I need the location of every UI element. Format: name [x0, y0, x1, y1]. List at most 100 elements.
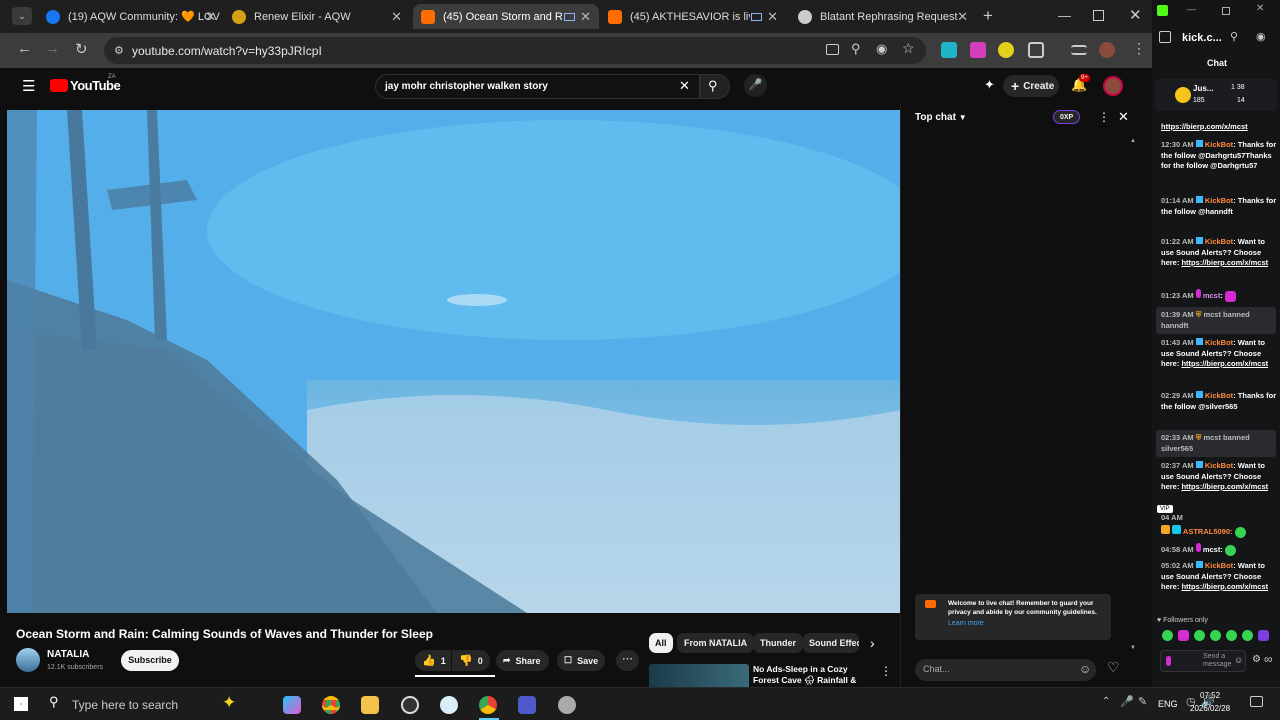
taskbar-search[interactable]: Type here to search	[72, 698, 178, 712]
url-text[interactable]: youtube.com/watch?v=hy33pJRIcpI	[132, 44, 322, 58]
recommended-title[interactable]: No Ads-Sleep in a Cozy Forest Cave 🌧 Rai…	[753, 664, 873, 687]
message-link[interactable]: https://bierp.com/x/mcst	[1181, 482, 1268, 491]
minimize-button[interactable]: —	[1187, 4, 1196, 14]
message-user[interactable]: KickBot	[1205, 338, 1233, 347]
chip-sound-effects[interactable]: Sound Effec	[803, 633, 859, 653]
forward-button[interactable]: →	[45, 40, 60, 57]
maximize-button[interactable]	[1222, 7, 1230, 15]
channel-name[interactable]: NATALIA	[47, 649, 89, 660]
tab-aqw-community[interactable]: (19) AQW Community: 🧡 LOV ✕	[38, 4, 224, 29]
chip-all[interactable]: All	[649, 633, 673, 653]
sidebar-toggle-icon[interactable]	[1159, 31, 1171, 43]
heart-reaction-icon[interactable]: ♡	[1107, 659, 1120, 676]
extension-yellow-icon[interactable]	[998, 42, 1014, 58]
search-query[interactable]: jay mohr christopher walken story	[385, 81, 548, 92]
emote-icon[interactable]	[1178, 630, 1189, 641]
message-user[interactable]: KickBot	[1205, 561, 1233, 570]
create-button[interactable]: + Create	[1003, 75, 1059, 97]
obs-icon[interactable]	[401, 696, 419, 714]
youtube-logo-icon[interactable]	[50, 79, 68, 92]
profile-avatar-icon[interactable]	[1099, 42, 1115, 58]
message-user[interactable]: KickBot	[1205, 140, 1233, 149]
more-actions-button[interactable]: ⋯	[616, 650, 639, 671]
save-button[interactable]: ☐ Save	[557, 650, 605, 671]
media-control-icon[interactable]	[1071, 45, 1087, 55]
message-link[interactable]: https://bierp.com/x/mcst	[1181, 582, 1268, 591]
emote-icon[interactable]	[1210, 630, 1221, 641]
chip-thunder[interactable]: Thunder	[753, 633, 803, 653]
share-button[interactable]: ➦ Share	[496, 650, 549, 671]
clock-time[interactable]: 07:52	[1200, 691, 1220, 700]
language-indicator[interactable]: ENG	[1158, 699, 1178, 709]
maximize-button[interactable]	[1093, 10, 1104, 21]
account-avatar[interactable]	[1103, 76, 1123, 96]
close-tab-icon[interactable]: ✕	[767, 9, 778, 25]
kick-user-card[interactable]: Jus... 1 38 185 14	[1155, 79, 1277, 111]
tab-akthesavior-live[interactable]: (45) AKTHESAVIOR is live! ✕	[600, 4, 786, 29]
emote-bar[interactable]	[1162, 630, 1274, 644]
chevron-right-icon[interactable]: ›	[870, 635, 875, 651]
close-tab-icon[interactable]: ✕	[205, 9, 216, 25]
extension-pink-icon[interactable]	[970, 42, 986, 58]
chrome-icon[interactable]	[479, 696, 497, 714]
message-user[interactable]: KickBot	[1205, 196, 1233, 205]
teams-icon[interactable]	[518, 696, 536, 714]
emoji-icon[interactable]: ☺	[1079, 662, 1091, 676]
chat-input[interactable]: Chat... ☺	[915, 659, 1096, 681]
reload-button[interactable]: ↻	[75, 40, 88, 58]
message-user[interactable]: ASTRAL5090:	[1183, 527, 1233, 536]
pen-icon[interactable]: ✎	[1138, 695, 1147, 708]
zoom-icon[interactable]: ⚲	[1230, 30, 1238, 43]
new-tab-button[interactable]: +	[983, 6, 993, 26]
emoji-icon[interactable]: ☺	[1234, 655, 1243, 665]
tab-blatant-rephrasing[interactable]: Blatant Rephrasing Request ✕	[790, 4, 976, 29]
chip-from-natalia[interactable]: From NATALIA	[677, 633, 755, 653]
emote-icon[interactable]	[1258, 630, 1269, 641]
address-bar[interactable]: ⚙ youtube.com/watch?v=hy33pJRIcpI ⚲ ◉ ☆	[104, 37, 926, 64]
message-user[interactable]: KickBot	[1205, 461, 1233, 470]
message-user[interactable]: mcst	[1203, 291, 1221, 300]
video-player[interactable]	[7, 110, 900, 613]
tray-chevron-icon[interactable]: ⌃	[1102, 696, 1110, 707]
search-button[interactable]: ⚲	[700, 74, 730, 99]
kick-url[interactable]: kick.c...	[1182, 32, 1222, 44]
search-icon[interactable]: ⚲	[49, 694, 59, 710]
gemini-icon[interactable]: ✦	[984, 77, 995, 93]
kick-logo-icon[interactable]	[1157, 5, 1168, 16]
copilot-icon[interactable]	[283, 696, 301, 714]
clock-date[interactable]: 2026/02/28	[1190, 704, 1230, 713]
chat-menu-icon[interactable]: ⋮	[1098, 110, 1110, 124]
tracking-protection-icon[interactable]: ◉	[1256, 30, 1266, 43]
message-link[interactable]: https://bierp.com/x/mcst	[1181, 258, 1268, 267]
voice-search-icon[interactable]: 🎤	[744, 74, 767, 97]
app-icon[interactable]	[558, 696, 576, 714]
tracking-protection-icon[interactable]: ◉	[876, 41, 887, 57]
paint-icon[interactable]	[440, 696, 458, 714]
close-window-button[interactable]: ✕	[1129, 6, 1142, 24]
extensions-puzzle-icon[interactable]	[1028, 42, 1044, 58]
site-info-icon[interactable]: ⚙	[114, 44, 124, 57]
file-explorer-icon[interactable]	[361, 696, 379, 714]
message-user[interactable]: KickBot	[1205, 391, 1233, 400]
points-badge[interactable]: 0XP	[1053, 110, 1081, 124]
zoom-icon[interactable]: ⚲	[851, 41, 861, 57]
emote-icon[interactable]	[1194, 630, 1205, 641]
channel-avatar[interactable]	[16, 648, 40, 672]
recommended-menu-icon[interactable]: ⋮	[880, 664, 892, 678]
recommended-thumbnail[interactable]	[649, 664, 749, 687]
youtube-logo[interactable]: YouTube	[70, 78, 121, 93]
close-tab-icon[interactable]: ✕	[391, 9, 402, 25]
tab-renew-elixir[interactable]: Renew Elixir - AQW ✕	[224, 4, 410, 29]
windows-start-icon[interactable]	[14, 697, 28, 711]
message-link[interactable]: https://bierp.com/x/mcst	[1181, 359, 1268, 368]
ocean-storm-video-frame[interactable]	[7, 110, 900, 613]
minimize-button[interactable]: —	[1058, 8, 1071, 23]
close-window-button[interactable]: ✕	[1256, 3, 1264, 14]
sparkle-icon[interactable]: ✦	[222, 693, 236, 713]
message-user[interactable]: KickBot	[1205, 237, 1233, 246]
clear-search-icon[interactable]: ✕	[679, 78, 690, 94]
chrome-icon[interactable]	[322, 696, 340, 714]
microphone-icon[interactable]: 🎤	[1120, 695, 1134, 708]
hamburger-menu-icon[interactable]: ☰	[22, 77, 35, 95]
subscribe-button[interactable]: Subscribe	[121, 650, 179, 671]
